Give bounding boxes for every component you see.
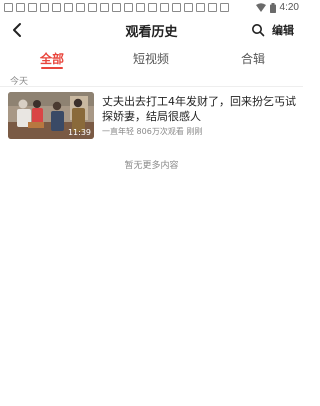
search-button[interactable] [251, 22, 265, 37]
notification-icon [208, 3, 217, 12]
tab-collection[interactable]: 合辑 [241, 50, 265, 67]
video-author: 一直年轻 [102, 127, 134, 136]
divider [0, 86, 303, 87]
video-title: 丈夫出去打工4年发财了，回来扮乞丐试探娇妻，结局很感人 [102, 95, 296, 123]
battery-icon [269, 2, 276, 13]
tab-all[interactable]: 全部 [40, 50, 64, 67]
notification-icons [4, 3, 229, 12]
history-item[interactable]: 11:39 丈夫出去打工4年发财了，回来扮乞丐试探娇妻，结局很感人 一直年轻 8… [8, 92, 300, 140]
wifi-icon [255, 3, 266, 12]
notification-icon [64, 3, 73, 12]
header: 观看历史 编辑 [0, 16, 303, 44]
tab-bar: 全部 短视频 合辑 [0, 48, 303, 70]
notification-icon [184, 3, 193, 12]
notification-icon [172, 3, 181, 12]
tab-short-video[interactable]: 短视频 [133, 50, 169, 67]
active-tab-indicator [41, 67, 63, 69]
notification-icon [88, 3, 97, 12]
notification-icon [112, 3, 121, 12]
status-time: 4:20 [279, 2, 299, 13]
status-right: 4:20 [255, 2, 299, 13]
notification-icon [160, 3, 169, 12]
notification-icon [196, 3, 205, 12]
watched-time: 刚刚 [186, 127, 203, 136]
search-icon [252, 24, 265, 37]
notification-icon [148, 3, 157, 12]
notification-icon [76, 3, 85, 12]
video-thumbnail: 11:39 [8, 92, 94, 139]
video-views: 806万次观看 [136, 127, 184, 136]
notification-icon [16, 3, 25, 12]
edit-button[interactable]: 编辑 [272, 22, 294, 38]
notification-icon [52, 3, 61, 12]
notification-icon [100, 3, 109, 12]
video-meta: 一直年轻 806万次观看 刚刚 [102, 126, 202, 137]
notification-icon [4, 3, 13, 12]
notification-icon [40, 3, 49, 12]
notification-icon [124, 3, 133, 12]
video-duration: 11:39 [67, 128, 91, 137]
end-of-list-text: 暂无更多内容 [124, 161, 179, 171]
notification-icon [220, 3, 229, 12]
notification-icon [136, 3, 145, 12]
status-bar: 4:20 [0, 0, 303, 16]
notification-icon [28, 3, 37, 12]
